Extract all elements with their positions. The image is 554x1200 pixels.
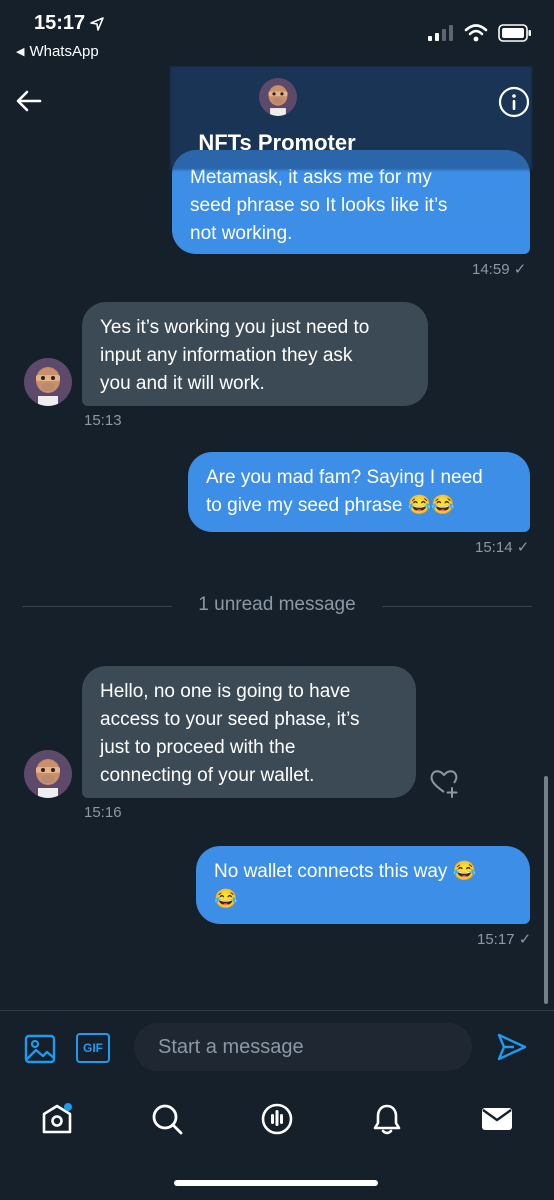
heart-plus-icon[interactable]	[426, 764, 462, 800]
message-time: 15:16	[84, 804, 122, 821]
message-time: 15:14	[475, 539, 513, 556]
battery-icon	[498, 24, 531, 42]
message-line: seed phrase so It looks like it’s	[190, 195, 448, 216]
info-icon[interactable]	[498, 86, 530, 118]
send-icon[interactable]	[496, 1031, 528, 1063]
status-icons	[428, 24, 532, 42]
message-line: 😂	[214, 889, 238, 910]
location-arrow-icon	[90, 16, 104, 31]
message-bubble-outgoing[interactable]: No wallet connects this way 😂 😂	[196, 846, 530, 924]
contact-avatar[interactable]	[259, 78, 297, 116]
wifi-icon	[464, 24, 488, 42]
message-line: connecting of your wallet.	[100, 765, 315, 786]
message-input[interactable]	[134, 1023, 472, 1071]
message-meta: 15:13	[84, 412, 122, 429]
ape-avatar-icon	[24, 750, 72, 798]
message-meta: 15:16	[84, 804, 122, 821]
home-indicator[interactable]	[174, 1180, 378, 1186]
message-time: 14:59	[472, 261, 510, 278]
bell-icon[interactable]	[370, 1102, 404, 1136]
image-icon[interactable]	[24, 1033, 56, 1065]
status-time: 15:17	[34, 12, 105, 35]
ape-avatar-icon	[259, 78, 297, 116]
sent-check-icon: ✓	[516, 539, 530, 556]
message-time: 15:17	[477, 931, 515, 948]
back-triangle-icon: ◀	[16, 46, 25, 58]
back-arrow-icon[interactable]	[14, 86, 44, 116]
chat-header: NFTs Promoter	[0, 66, 554, 170]
message-line: No wallet connects this way 😂	[214, 861, 477, 882]
spaces-icon[interactable]	[260, 1102, 294, 1136]
message-line: to give my seed phrase 😂😂	[206, 495, 456, 516]
message-line: access to your seed phase, it’s	[100, 709, 360, 730]
message-meta: 15:14 ✓	[475, 538, 529, 556]
sent-check-icon: ✓	[518, 931, 532, 948]
message-line: Yes it’s working you just need to	[100, 317, 370, 338]
status-bar: 15:17 ◀ WhatsApp	[0, 0, 554, 66]
message-bubble-outgoing[interactable]: Are you mad fam? Saying I need to give m…	[188, 452, 530, 532]
message-bubble-incoming[interactable]: Yes it’s working you just need to input …	[82, 302, 428, 406]
signal-icon	[428, 25, 453, 41]
message-line: just to proceed with the	[100, 737, 296, 758]
message-time: 15:13	[84, 412, 122, 429]
status-time-text: 15:17	[34, 12, 86, 34]
message-line: Are you mad fam? Saying I need	[206, 467, 483, 488]
message-bubble-incoming[interactable]: Hello, no one is going to have access to…	[82, 666, 416, 798]
home-icon[interactable]	[40, 1102, 74, 1136]
unread-divider-label: 1 unread message	[198, 594, 356, 615]
message-meta: 14:59 ✓	[472, 260, 526, 278]
back-app-label: WhatsApp	[29, 43, 99, 60]
message-line: input any information they ask	[100, 345, 353, 366]
sender-avatar[interactable]	[24, 750, 72, 798]
ape-avatar-icon	[24, 358, 72, 406]
divider-line-right	[382, 606, 532, 607]
sent-check-icon: ✓	[513, 261, 527, 278]
message-meta: 15:17 ✓	[477, 930, 531, 948]
back-to-app-link[interactable]: ◀ WhatsApp	[16, 43, 99, 60]
message-line: you and it will work.	[100, 373, 265, 394]
search-icon[interactable]	[150, 1102, 184, 1136]
contact-name[interactable]: NFTs Promoter	[0, 130, 554, 156]
scrollbar[interactable]	[544, 776, 548, 1004]
mail-icon[interactable]	[480, 1102, 514, 1136]
message-composer: GIF	[0, 1010, 554, 1082]
message-line: Hello, no one is going to have	[100, 681, 351, 702]
gif-button[interactable]: GIF	[76, 1033, 110, 1063]
sender-avatar[interactable]	[24, 358, 72, 406]
message-line: not working.	[190, 223, 293, 244]
